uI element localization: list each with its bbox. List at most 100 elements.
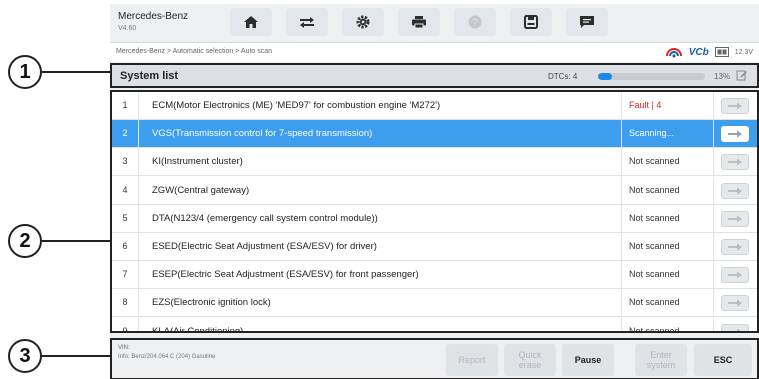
enter-system-arrow-button[interactable] — [721, 154, 749, 171]
row-divider — [138, 204, 139, 233]
arrow-right-icon — [728, 299, 742, 307]
svg-text:?: ? — [472, 18, 478, 29]
system-status: Scanning... — [629, 128, 675, 139]
row-divider — [713, 176, 714, 205]
system-status: Not scanned — [629, 269, 680, 280]
scan-progress-fill — [598, 73, 612, 80]
scan-progress-bar — [598, 73, 705, 80]
system-name: ESED(Electric Seat Adjustment (ESA/ESV) … — [152, 241, 377, 252]
arrow-right-icon — [728, 130, 742, 138]
arrow-right-icon — [728, 243, 742, 251]
enter-system-arrow-button[interactable] — [721, 267, 749, 284]
callout-3-line — [42, 355, 112, 357]
system-row[interactable]: 1 ECM(Motor Electronics (ME) 'MED97' for … — [112, 92, 757, 120]
printer-icon — [412, 16, 426, 29]
scan-progress-text: 13% — [714, 72, 731, 81]
battery-icon — [714, 47, 729, 57]
callout-2: 2 — [8, 224, 42, 258]
system-row[interactable]: 9 KLA(Air Conditioning) Not scanned — [112, 317, 757, 333]
system-status: Not scanned — [629, 212, 680, 223]
system-row[interactable]: 6 ESED(Electric Seat Adjustment (ESA/ESV)… — [112, 233, 757, 261]
system-status: Fault | 4 — [629, 100, 662, 110]
callout-3: 3 — [8, 339, 42, 373]
system-status: Not scanned — [629, 297, 680, 308]
system-status: Not scanned — [629, 325, 680, 333]
quick-erase-button[interactable]: Quick erase — [504, 344, 556, 376]
row-divider — [138, 176, 139, 205]
system-status: Not scanned — [629, 184, 680, 195]
row-divider — [621, 261, 622, 290]
row-divider — [621, 148, 622, 177]
system-status: Not scanned — [629, 241, 680, 251]
home-icon — [244, 16, 258, 28]
system-name: DTA(N123/4 (emergency call system contro… — [152, 212, 378, 224]
vci-status: VCb 12.3V — [665, 46, 753, 58]
system-list-title: System list — [120, 70, 179, 82]
home-button[interactable] — [230, 8, 272, 36]
system-status: Not scanned — [629, 156, 680, 167]
callout-2-line — [42, 240, 112, 242]
pause-button[interactable]: Pause — [562, 344, 614, 376]
save-button[interactable] — [510, 8, 552, 36]
arrow-right-icon — [728, 102, 742, 110]
row-number: 7 — [122, 269, 128, 280]
system-name: ESEP(Electric Seat Adjustment (ESA/ESV) … — [152, 269, 419, 281]
row-divider — [621, 317, 622, 331]
breadcrumb-bar: Mercedes-Benz > Automatic selection > Au… — [110, 42, 759, 62]
enter-system-arrow-button[interactable] — [721, 210, 749, 227]
system-row[interactable]: 2 VGS(Transmission control for 7-speed tr… — [112, 120, 757, 149]
vci-label: VCb — [688, 46, 709, 58]
row-number: 2 — [122, 128, 128, 139]
breadcrumb: Mercedes-Benz > Automatic selection > Au… — [116, 48, 273, 55]
help-button[interactable]: ? — [454, 8, 496, 36]
system-row[interactable]: 5 DTA(N123/4 (emergency call system contr… — [112, 204, 757, 233]
system-row[interactable]: 8 EZS(Electronic ignition lock) Not scanne… — [112, 289, 757, 318]
settings-button[interactable] — [342, 8, 384, 36]
vehicle-swap-button[interactable] — [286, 8, 328, 36]
system-name: ZGW(Central gateway) — [152, 184, 250, 196]
row-divider — [138, 317, 139, 331]
system-row[interactable]: 3 KI(Instrument cluster) Not scanned — [112, 148, 757, 177]
row-divider — [138, 92, 139, 120]
enter-system-arrow-button[interactable] — [721, 239, 749, 255]
row-divider — [621, 289, 622, 318]
data-logging-button[interactable] — [566, 8, 608, 36]
row-number: 1 — [122, 100, 128, 110]
system-name: ECM(Motor Electronics (ME) 'MED97' for c… — [152, 100, 441, 111]
system-row[interactable]: 4 ZGW(Central gateway) Not scanned — [112, 176, 757, 205]
enter-system-arrow-button[interactable] — [721, 295, 749, 312]
arrow-right-icon — [728, 328, 742, 331]
enter-system-arrow-button[interactable] — [721, 182, 749, 199]
row-divider — [621, 204, 622, 233]
callout-3-label: 3 — [19, 344, 31, 367]
row-divider — [138, 148, 139, 177]
enter-system-arrow-button[interactable] — [721, 98, 749, 114]
row-divider — [713, 204, 714, 233]
esc-button[interactable]: ESC — [694, 344, 752, 376]
system-list: 1 ECM(Motor Electronics (ME) 'MED97' for … — [110, 90, 759, 333]
callout-1-label: 1 — [19, 60, 31, 83]
app-version: V4.60 — [118, 25, 137, 32]
report-button[interactable]: Report — [446, 344, 498, 376]
gear-icon — [356, 15, 370, 29]
callout-1: 1 — [8, 55, 42, 89]
edit-icon[interactable] — [736, 69, 748, 81]
row-divider — [713, 261, 714, 290]
enter-system-arrow-button[interactable] — [721, 323, 749, 331]
row-divider — [713, 233, 714, 261]
save-icon — [524, 15, 538, 29]
app-title: Mercedes-Benz — [118, 11, 189, 22]
top-toolbar: Mercedes-Benz V4.60 ? — [110, 4, 759, 42]
arrow-right-icon — [728, 158, 742, 166]
enter-system-button[interactable]: Enter system — [635, 344, 687, 376]
print-button[interactable] — [398, 8, 440, 36]
row-divider — [138, 289, 139, 318]
row-number: 5 — [122, 212, 128, 223]
enter-system-arrow-button[interactable] — [721, 126, 749, 143]
row-divider — [138, 233, 139, 261]
dtc-count: DTCs: 4 — [548, 72, 578, 81]
system-row[interactable]: 7 ESEP(Electric Seat Adjustment (ESA/ESV)… — [112, 261, 757, 290]
function-bar: VIN: Info: Benz/204.064 C (204) Gasoline… — [110, 338, 759, 379]
row-number: 6 — [122, 241, 128, 251]
battery-voltage: 12.3V — [734, 48, 753, 56]
